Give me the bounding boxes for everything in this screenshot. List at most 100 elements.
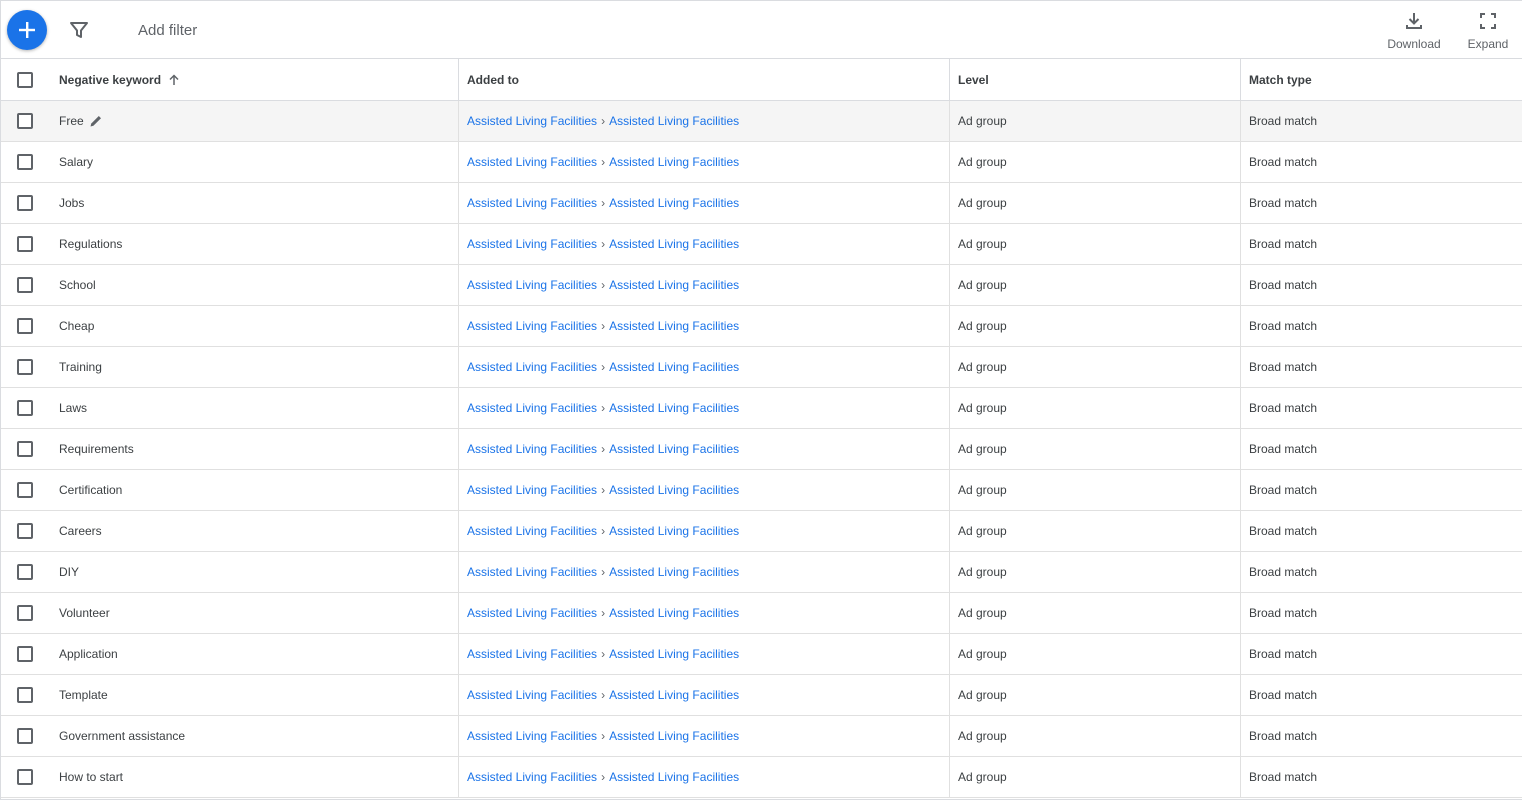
table-row: Laws Assisted Living Facilities › Assist… (1, 388, 1522, 429)
header-match-type[interactable]: Match type (1240, 59, 1522, 100)
added-to-cell: Assisted Living Facilities › Assisted Li… (458, 429, 948, 469)
ad-group-link[interactable]: Assisted Living Facilities (609, 442, 739, 456)
level-cell: Ad group (949, 101, 1239, 141)
row-check-cell (1, 511, 49, 551)
ad-group-link[interactable]: Assisted Living Facilities (609, 729, 739, 743)
row-checkbox[interactable] (17, 277, 33, 293)
campaign-link[interactable]: Assisted Living Facilities (467, 278, 597, 292)
added-to-cell: Assisted Living Facilities › Assisted Li… (458, 306, 948, 346)
campaign-link[interactable]: Assisted Living Facilities (467, 155, 597, 169)
sort-ascending-icon[interactable] (167, 73, 181, 87)
ad-group-link[interactable]: Assisted Living Facilities (609, 565, 739, 579)
level-cell: Ad group (949, 552, 1239, 592)
row-checkbox[interactable] (17, 728, 33, 744)
campaign-link[interactable]: Assisted Living Facilities (467, 237, 597, 251)
pencil-icon[interactable] (88, 113, 104, 129)
campaign-link[interactable]: Assisted Living Facilities (467, 606, 597, 620)
keyword-cell: DIY (59, 565, 80, 579)
table-row: Application Assisted Living Facilities ›… (1, 634, 1522, 675)
header-level[interactable]: Level (949, 59, 1239, 100)
table-row: School Assisted Living Facilities › Assi… (1, 265, 1522, 306)
row-checkbox[interactable] (17, 113, 33, 129)
match-type-cell: Broad match (1240, 347, 1522, 387)
add-button[interactable] (7, 10, 47, 50)
level-cell: Ad group (949, 265, 1239, 305)
row-checkbox[interactable] (17, 564, 33, 580)
row-checkbox[interactable] (17, 482, 33, 498)
filter-icon[interactable] (67, 18, 91, 42)
campaign-link[interactable]: Assisted Living Facilities (467, 360, 597, 374)
breadcrumb-separator: › (601, 524, 606, 538)
campaign-link[interactable]: Assisted Living Facilities (467, 770, 597, 784)
ad-group-link[interactable]: Assisted Living Facilities (609, 483, 739, 497)
header-negative-keyword[interactable]: Negative keyword (51, 59, 457, 100)
row-check-cell (1, 388, 49, 428)
campaign-link[interactable]: Assisted Living Facilities (467, 688, 597, 702)
ad-group-link[interactable]: Assisted Living Facilities (609, 360, 739, 374)
campaign-link[interactable]: Assisted Living Facilities (467, 401, 597, 415)
ad-group-link[interactable]: Assisted Living Facilities (609, 319, 739, 333)
added-to-cell: Assisted Living Facilities › Assisted Li… (458, 470, 948, 510)
add-filter-button[interactable]: Add filter (138, 22, 197, 39)
row-checkbox[interactable] (17, 523, 33, 539)
row-checkbox[interactable] (17, 318, 33, 334)
level-cell: Ad group (949, 183, 1239, 223)
row-check-cell (1, 347, 49, 387)
download-button[interactable]: Download (1381, 11, 1447, 55)
ad-group-link[interactable]: Assisted Living Facilities (609, 237, 739, 251)
campaign-link[interactable]: Assisted Living Facilities (467, 483, 597, 497)
row-checkbox[interactable] (17, 236, 33, 252)
ad-group-link[interactable]: Assisted Living Facilities (609, 114, 739, 128)
campaign-link[interactable]: Assisted Living Facilities (467, 442, 597, 456)
match-type-cell: Broad match (1240, 429, 1522, 469)
row-checkbox[interactable] (17, 769, 33, 785)
match-type-cell: Broad match (1240, 183, 1522, 223)
ad-group-link[interactable]: Assisted Living Facilities (609, 155, 739, 169)
level-cell: Ad group (949, 142, 1239, 182)
ad-group-link[interactable]: Assisted Living Facilities (609, 606, 739, 620)
campaign-link[interactable]: Assisted Living Facilities (467, 647, 597, 661)
expand-label: Expand (1467, 37, 1509, 51)
match-type-cell: Broad match (1240, 634, 1522, 674)
level-cell: Ad group (949, 306, 1239, 346)
row-checkbox[interactable] (17, 359, 33, 375)
row-checkbox[interactable] (17, 195, 33, 211)
campaign-link[interactable]: Assisted Living Facilities (467, 114, 597, 128)
row-checkbox[interactable] (17, 605, 33, 621)
table-row: Requirements Assisted Living Facilities … (1, 429, 1522, 470)
keyword-cell: Cheap (59, 319, 95, 333)
expand-button[interactable]: Expand (1461, 11, 1515, 55)
campaign-link[interactable]: Assisted Living Facilities (467, 196, 597, 210)
keyword-cell: Laws (59, 401, 88, 415)
ad-group-link[interactable]: Assisted Living Facilities (609, 770, 739, 784)
row-checkbox[interactable] (17, 154, 33, 170)
row-check-cell (1, 552, 49, 592)
ad-group-link[interactable]: Assisted Living Facilities (609, 524, 739, 538)
breadcrumb-separator: › (601, 237, 606, 251)
level-cell: Ad group (949, 224, 1239, 264)
ad-group-link[interactable]: Assisted Living Facilities (609, 196, 739, 210)
campaign-link[interactable]: Assisted Living Facilities (467, 319, 597, 333)
breadcrumb-separator: › (601, 360, 606, 374)
row-checkbox[interactable] (17, 441, 33, 457)
campaign-link[interactable]: Assisted Living Facilities (467, 524, 597, 538)
row-checkbox[interactable] (17, 400, 33, 416)
table-row: Certification Assisted Living Facilities… (1, 470, 1522, 511)
keyword-cell: School (59, 278, 96, 292)
table-row: Template Assisted Living Facilities › As… (1, 675, 1522, 716)
table-row: Volunteer Assisted Living Facilities › A… (1, 593, 1522, 634)
row-checkbox[interactable] (17, 687, 33, 703)
ad-group-link[interactable]: Assisted Living Facilities (609, 647, 739, 661)
header-added-to[interactable]: Added to (458, 59, 948, 100)
campaign-link[interactable]: Assisted Living Facilities (467, 729, 597, 743)
row-checkbox[interactable] (17, 646, 33, 662)
select-all-checkbox[interactable] (17, 71, 33, 88)
ad-group-link[interactable]: Assisted Living Facilities (609, 688, 739, 702)
ad-group-link[interactable]: Assisted Living Facilities (609, 278, 739, 292)
ad-group-link[interactable]: Assisted Living Facilities (609, 401, 739, 415)
match-type-cell: Broad match (1240, 101, 1522, 141)
keyword-cell: Certification (59, 483, 123, 497)
keyword-cell: Salary (59, 155, 94, 169)
row-check-cell (1, 675, 49, 715)
campaign-link[interactable]: Assisted Living Facilities (467, 565, 597, 579)
